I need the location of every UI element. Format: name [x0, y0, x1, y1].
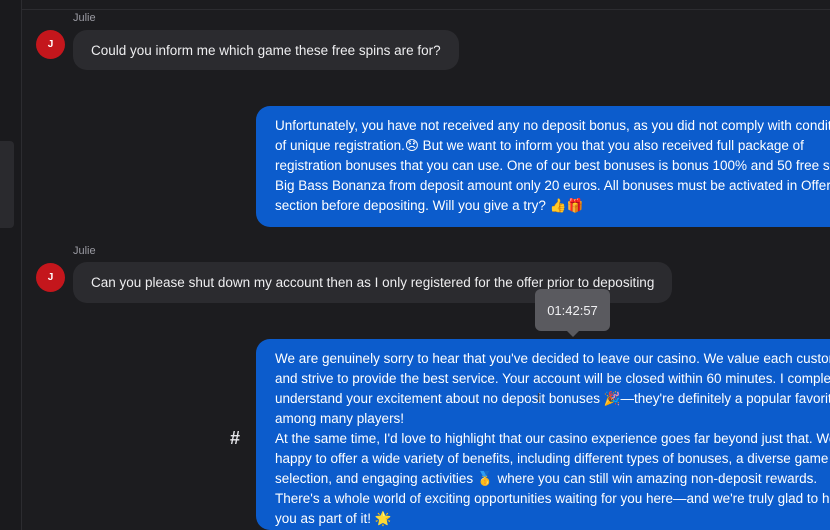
message-line: Unfortunately, you have not received any…: [275, 118, 830, 133]
message-line: section before depositing. Will you give…: [275, 198, 584, 213]
message-list[interactable]: Julie J Could you inform me which game t…: [22, 0, 830, 530]
outgoing-message-bubble[interactable]: Unfortunately, you have not received any…: [256, 106, 830, 227]
incoming-message-bubble[interactable]: Could you inform me which game these fre…: [73, 30, 459, 70]
message-text: Could you inform me which game these fre…: [91, 42, 441, 58]
message-line: Big Bass Bonanza from deposit amount onl…: [275, 178, 830, 193]
user-avatar[interactable]: J: [36, 30, 65, 59]
message-line: happy to offer a wide variety of benefit…: [275, 451, 829, 466]
timestamp-tooltip: 01:42:57: [535, 289, 610, 337]
chat-app: Julie J Could you inform me which game t…: [0, 0, 830, 530]
message-line: selection, and engaging activities 🥇 whe…: [275, 471, 818, 486]
message-line: registration bonuses that you can use. O…: [275, 158, 830, 173]
message-line: We are genuinely sorry to hear that you'…: [275, 351, 830, 366]
message-line: and strive to provide the best service. …: [275, 371, 830, 386]
message-line: There's a whole world of exciting opport…: [275, 491, 830, 506]
sidebar-scroll-handle[interactable]: [0, 141, 14, 228]
message-line: of unique registration.😞 But we want to …: [275, 138, 804, 153]
sender-name: Julie: [73, 12, 96, 24]
message-line: At the same time, I'd love to highlight …: [275, 431, 830, 446]
message-text: Can you please shut down my account then…: [91, 275, 655, 290]
message-line: among many players!: [275, 411, 405, 426]
message-line: understand your excitement about no depo…: [275, 391, 830, 406]
text-cursor-icon: I: [537, 390, 541, 405]
user-avatar[interactable]: J: [36, 263, 65, 292]
sender-name: Julie: [73, 245, 96, 257]
left-sidebar-rail: [0, 0, 22, 530]
hash-icon[interactable]: #: [230, 428, 240, 449]
outgoing-message-bubble[interactable]: We are genuinely sorry to hear that you'…: [256, 339, 830, 530]
message-line: you as part of it! 🌟: [275, 511, 392, 526]
